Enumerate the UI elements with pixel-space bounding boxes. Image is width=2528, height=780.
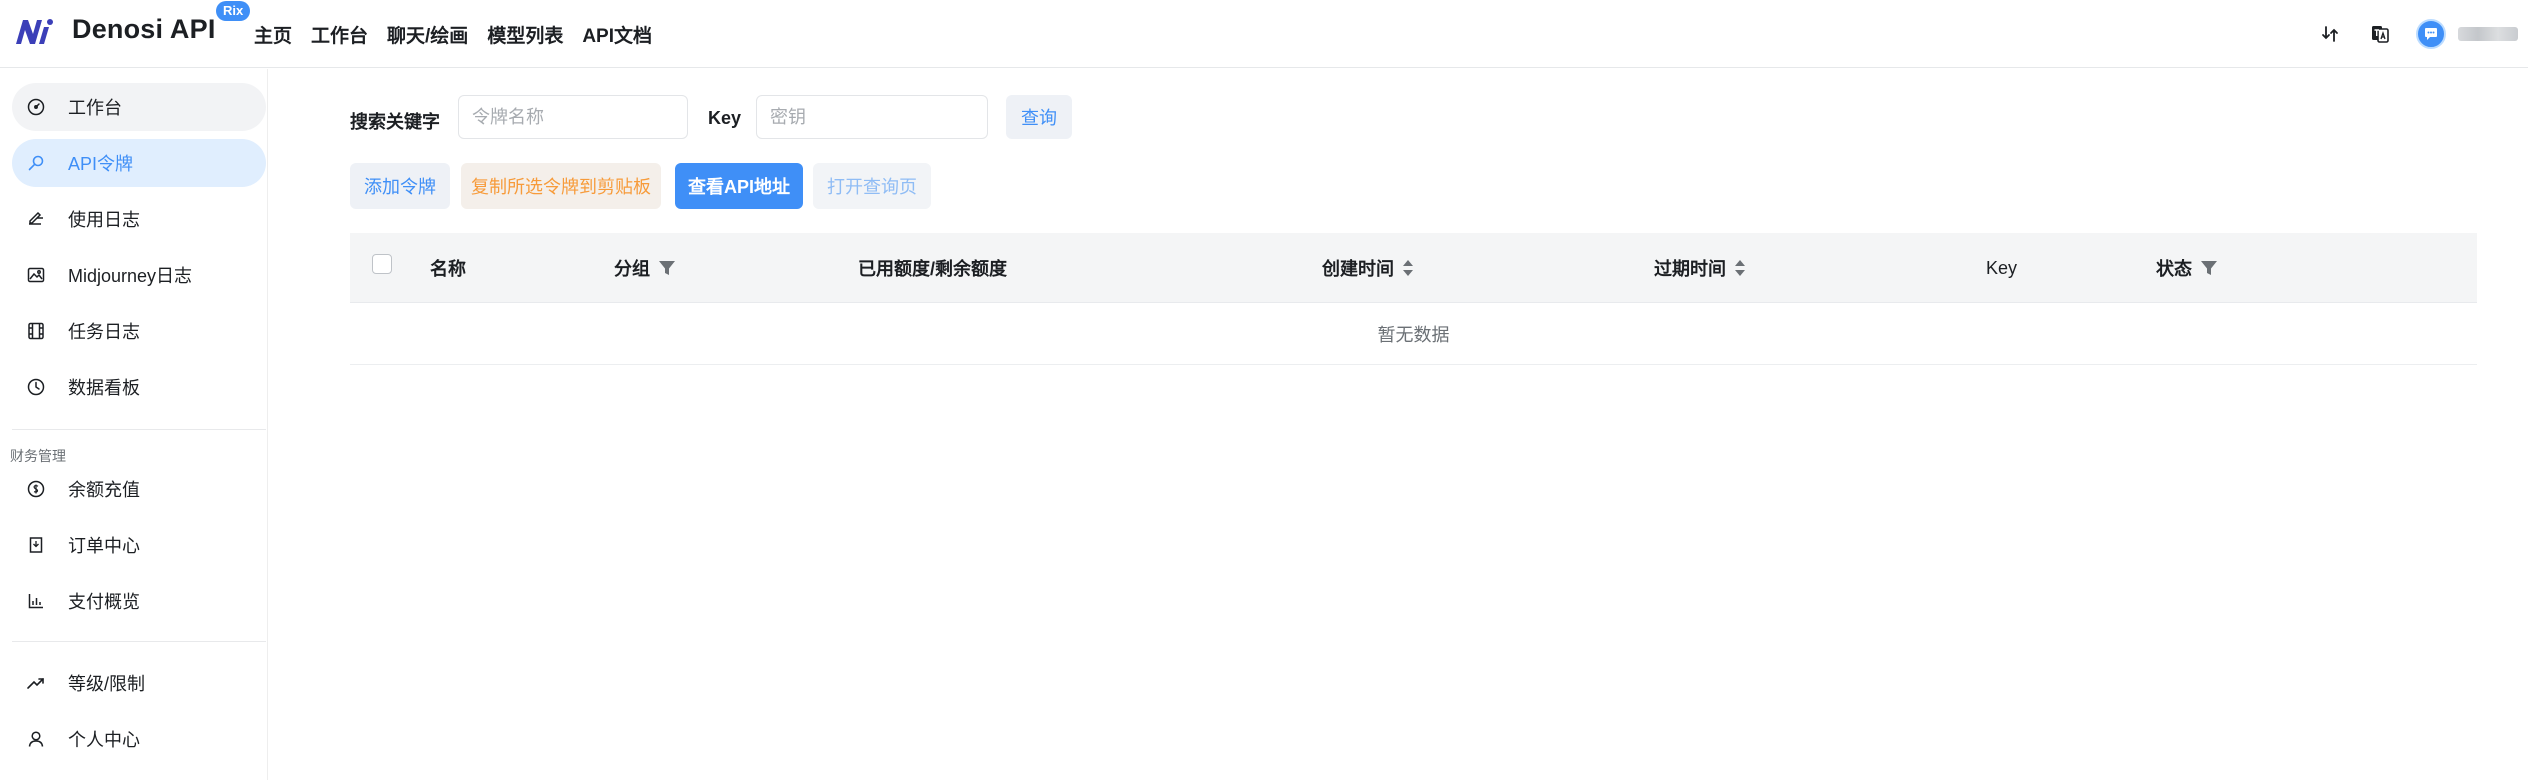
film-icon	[26, 321, 46, 341]
column-name-label: 名称	[430, 259, 466, 279]
filter-icon[interactable]	[658, 259, 676, 277]
column-created-time[interactable]: 创建时间	[1322, 233, 1414, 303]
sidebar-item-api-tokens[interactable]: API令牌	[12, 139, 266, 187]
token-name-input[interactable]	[458, 95, 688, 139]
nav-api-docs[interactable]: API文档	[582, 21, 652, 48]
sidebar-item-label: 个人中心	[68, 730, 140, 750]
copy-selected-tokens-button[interactable]: 复制所选令牌到剪贴板	[461, 163, 661, 209]
theme-toggle-icon[interactable]	[2316, 20, 2344, 48]
nav-chat-draw[interactable]: 聊天/绘画	[387, 21, 468, 48]
sidebar-item-recharge[interactable]: 余额充值	[12, 465, 266, 513]
brand-text: Denosi API	[72, 14, 216, 44]
language-icon[interactable]	[2366, 20, 2394, 48]
sidebar-item-payment-overview[interactable]: 支付概览	[12, 577, 266, 625]
empty-state: 暂无数据	[350, 303, 2477, 365]
sidebar-item-level-limits[interactable]: 等级/限制	[12, 659, 266, 707]
filter-icon[interactable]	[2200, 259, 2218, 277]
sidebar-item-label: 等级/限制	[68, 674, 146, 694]
top-bar: Denosi API Rix 主页 工作台 聊天/绘画 模型列表 API文档	[0, 0, 2528, 68]
sort-icon[interactable]	[1734, 258, 1746, 278]
sidebar-divider	[12, 641, 266, 642]
top-right-actions	[2316, 0, 2528, 68]
log-icon	[26, 209, 46, 229]
image-icon	[26, 265, 46, 285]
column-key: Key	[1986, 233, 2017, 303]
clock-icon	[26, 377, 46, 397]
coin-icon	[26, 479, 46, 499]
table-header: 名称 分组 已用额度/剩余额度 创建时间 过期时间 Key 状态	[350, 233, 2477, 303]
sidebar-item-usage-logs[interactable]: 使用日志	[12, 195, 266, 243]
sidebar-item-midjourney-logs[interactable]: Midjourney日志	[12, 251, 266, 299]
avatar[interactable]	[2416, 19, 2446, 49]
order-icon	[26, 535, 46, 555]
sidebar: 工作台 API令牌 使用日志 Midjourney日志 任务日志 数据看板 财务…	[0, 69, 268, 780]
sidebar-item-orders[interactable]: 订单中心	[12, 521, 266, 569]
select-all-checkbox[interactable]	[372, 254, 392, 274]
sidebar-item-label: 数据看板	[68, 378, 140, 398]
column-key-label: Key	[1986, 257, 2018, 278]
dashboard-icon	[26, 97, 46, 117]
username[interactable]	[2458, 27, 2518, 41]
column-created-label: 创建时间	[1322, 259, 1394, 279]
empty-text: 暂无数据	[1377, 324, 1450, 345]
sidebar-item-profile[interactable]: 个人中心	[12, 715, 266, 763]
column-expire-time[interactable]: 过期时间	[1654, 233, 1746, 303]
user-icon	[26, 729, 46, 749]
nav-workbench[interactable]: 工作台	[311, 21, 368, 48]
sidebar-item-label: 任务日志	[68, 322, 140, 342]
sidebar-item-task-logs[interactable]: 任务日志	[12, 307, 266, 355]
sidebar-section-finance: 财务管理	[10, 448, 66, 464]
sidebar-item-label: 余额充值	[68, 480, 140, 500]
column-group-label: 分组	[614, 259, 650, 279]
add-token-button[interactable]: 添加令牌	[350, 163, 450, 209]
column-expire-label: 过期时间	[1654, 259, 1726, 279]
search-keyword-label: 搜索关键字	[350, 112, 440, 132]
sort-icon[interactable]	[1402, 258, 1414, 278]
view-api-address-button[interactable]: 查看API地址	[675, 163, 803, 209]
sidebar-item-label: 支付概览	[68, 592, 140, 612]
sidebar-item-label: Midjourney日志	[68, 266, 193, 286]
column-status: 状态	[2156, 233, 2218, 303]
nav-model-list[interactable]: 模型列表	[487, 21, 563, 48]
logo-icon[interactable]	[14, 17, 54, 47]
column-group: 分组	[614, 233, 676, 303]
bar-chart-icon	[26, 591, 46, 611]
sidebar-item-data-board[interactable]: 数据看板	[12, 363, 266, 411]
column-quota-label: 已用额度/剩余额度	[858, 259, 1008, 279]
sidebar-item-label: 使用日志	[68, 210, 140, 230]
nav-home[interactable]: 主页	[254, 21, 292, 48]
sidebar-item-label: 订单中心	[68, 536, 140, 556]
tokens-table: 名称 分组 已用额度/剩余额度 创建时间 过期时间 Key 状态 暂无数据	[350, 233, 2477, 365]
trend-icon	[26, 673, 46, 693]
column-quota: 已用额度/剩余额度	[858, 233, 1007, 303]
brand-badge: Rix	[216, 1, 251, 21]
key-input[interactable]	[756, 95, 988, 139]
sidebar-item-label: API令牌	[68, 154, 134, 174]
sidebar-item-label: 工作台	[68, 98, 122, 118]
column-name: 名称	[430, 233, 466, 303]
brand-name[interactable]: Denosi API	[72, 14, 216, 45]
search-key-label: Key	[708, 108, 742, 128]
main-nav: 主页 工作台 聊天/绘画 模型列表 API文档	[254, 0, 671, 68]
sidebar-item-workbench[interactable]: 工作台	[12, 83, 266, 131]
query-button[interactable]: 查询	[1006, 95, 1072, 139]
open-query-page-button[interactable]: 打开查询页	[813, 163, 931, 209]
column-status-label: 状态	[2156, 259, 2192, 279]
sidebar-divider	[12, 429, 266, 430]
key-icon	[26, 153, 46, 173]
